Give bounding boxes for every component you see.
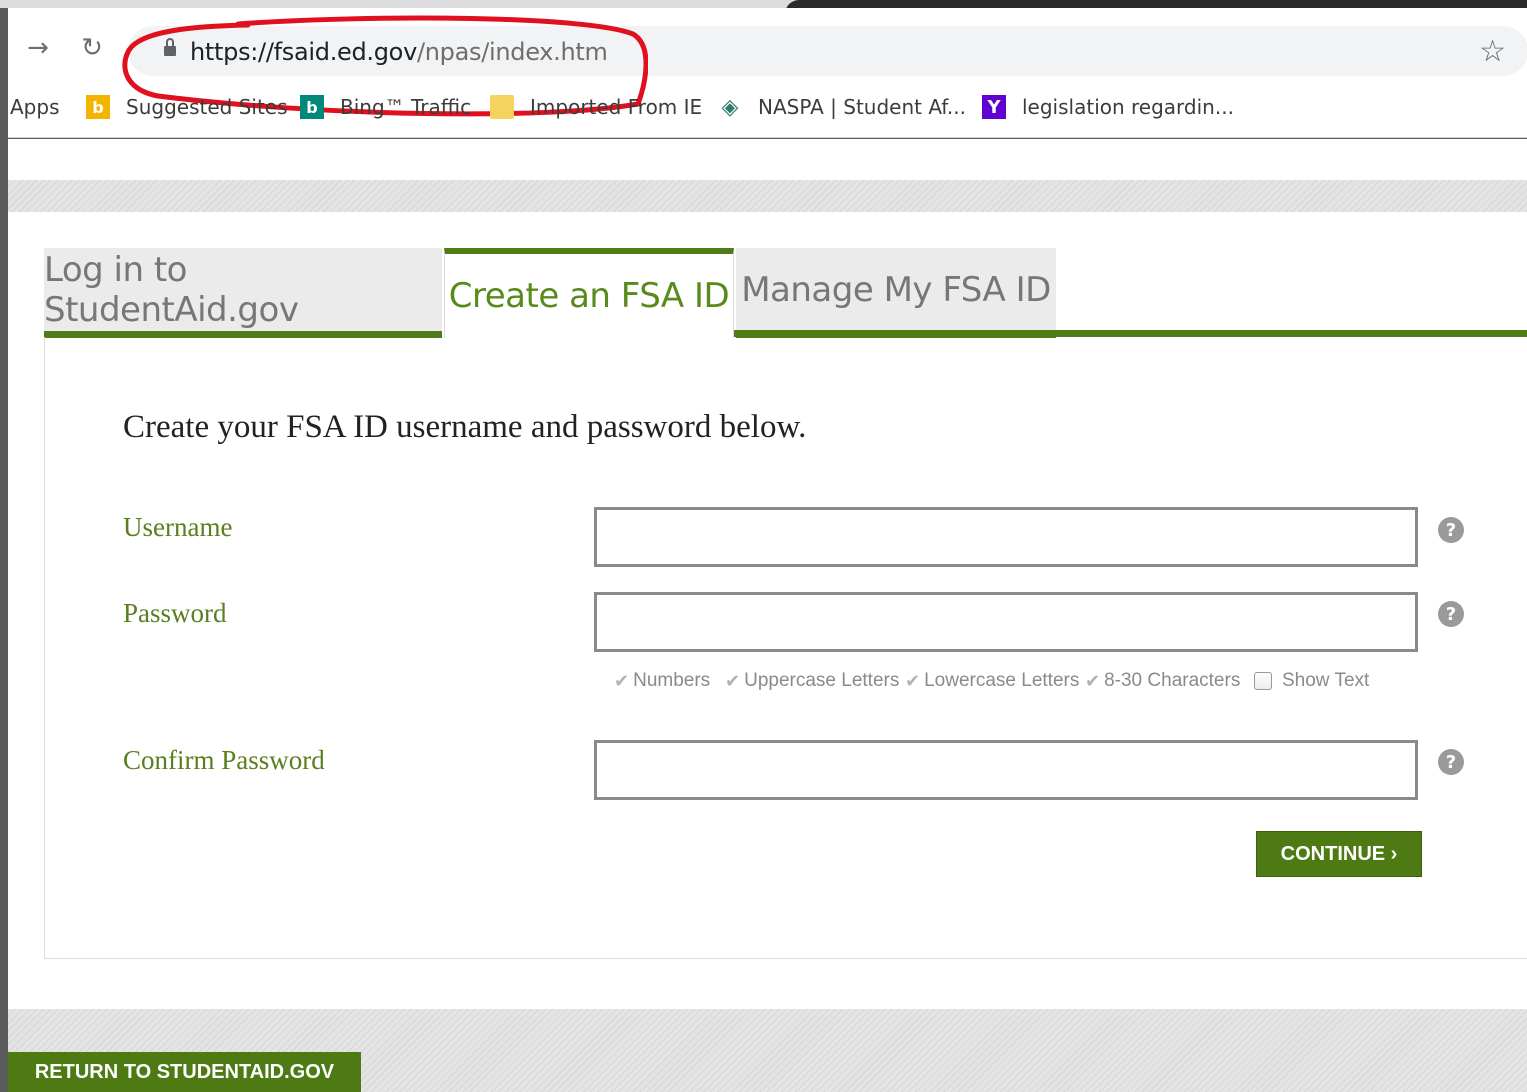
help-icon[interactable]: ? xyxy=(1438,749,1464,775)
bookmark-label: NASPA | Student Af... xyxy=(758,95,966,119)
tab-log-in[interactable]: Log in to StudentAid.gov xyxy=(44,248,442,338)
requirement-lowercase: ✔ Lowercase Letters xyxy=(905,670,1079,692)
requirement-label: 8-30 Characters xyxy=(1104,670,1241,691)
bing-icon: b xyxy=(300,95,324,119)
bookmark-legislation[interactable]: Y legislation regardin... xyxy=(982,90,1234,124)
username-input[interactable] xyxy=(594,507,1418,567)
header-hatch-band xyxy=(8,180,1527,212)
form-heading: Create your FSA ID username and password… xyxy=(123,409,807,445)
bookmarks-bar: Apps b Suggested Sites b Bing™ Traffic I… xyxy=(8,90,1527,124)
requirement-uppercase: ✔ Uppercase Letters xyxy=(725,670,899,692)
bookmark-suggested-sites[interactable]: b Suggested Sites xyxy=(86,90,288,124)
requirement-length: ✔ 8-30 Characters xyxy=(1085,670,1240,692)
bookmark-label: Imported From IE xyxy=(530,95,703,119)
return-to-studentaid-button[interactable]: RETURN TO STUDENTAID.GOV xyxy=(8,1052,361,1092)
create-account-panel: Create your FSA ID username and password… xyxy=(44,337,1527,959)
bookmark-imported-from-ie[interactable]: Imported From IE xyxy=(490,90,702,124)
bookmark-label: legislation regardin... xyxy=(1022,95,1234,119)
forward-arrow-icon[interactable]: → xyxy=(20,30,56,66)
password-requirements: ✔ Numbers ✔ Uppercase Letters ✔ Lowercase L… xyxy=(614,670,1434,700)
continue-button[interactable]: CONTINUE › xyxy=(1256,831,1422,877)
check-icon: ✔ xyxy=(614,670,630,692)
show-text-checkbox[interactable] xyxy=(1254,672,1272,690)
bookmark-apps[interactable]: Apps xyxy=(10,90,60,124)
password-label: Password xyxy=(123,598,227,628)
bookmark-label: Bing™ Traffic xyxy=(340,95,472,119)
bookmark-naspa[interactable]: ◈ NASPA | Student Af... xyxy=(718,90,966,124)
browser-toolbar: → ↻ https://fsaid.ed.gov/npas/index.htm … xyxy=(8,8,1527,138)
check-icon: ✔ xyxy=(1085,670,1101,692)
tab-manage-fsa-id[interactable]: Manage My FSA ID xyxy=(736,248,1056,338)
requirement-label: Uppercase Letters xyxy=(744,670,900,691)
bing-icon: b xyxy=(86,95,110,119)
help-icon[interactable]: ? xyxy=(1438,601,1464,627)
help-icon[interactable]: ? xyxy=(1438,517,1464,543)
window-top-strip xyxy=(0,0,1527,20)
requirement-label: Numbers xyxy=(633,670,711,691)
bookmark-bing-traffic[interactable]: b Bing™ Traffic xyxy=(300,90,471,124)
requirement-label: Lowercase Letters xyxy=(924,670,1080,691)
tab-underline xyxy=(734,330,1527,337)
star-icon[interactable]: ☆ xyxy=(1479,34,1506,69)
requirement-numbers: ✔ Numbers xyxy=(614,670,710,692)
show-text-toggle[interactable]: Show Text xyxy=(1254,670,1369,692)
bookmark-label: Apps xyxy=(10,95,60,119)
fsa-page: Log in to StudentAid.gov Create an FSA I… xyxy=(8,139,1527,1092)
confirm-password-label: Confirm Password xyxy=(123,745,325,775)
tab-create-fsa-id[interactable]: Create an FSA ID xyxy=(444,248,734,338)
confirm-password-input[interactable] xyxy=(594,740,1418,800)
check-icon: ✔ xyxy=(725,670,741,692)
tab-bar: Log in to StudentAid.gov Create an FSA I… xyxy=(44,248,1527,338)
diamond-icon: ◈ xyxy=(721,94,739,120)
show-text-label: Show Text xyxy=(1282,670,1370,691)
bookmark-label: Suggested Sites xyxy=(126,95,288,119)
reload-icon[interactable]: ↻ xyxy=(74,30,110,66)
yahoo-icon: Y xyxy=(982,95,1006,119)
username-label: Username xyxy=(123,512,233,542)
check-icon: ✔ xyxy=(905,670,921,692)
password-input[interactable] xyxy=(594,592,1418,652)
folder-icon xyxy=(490,95,514,119)
